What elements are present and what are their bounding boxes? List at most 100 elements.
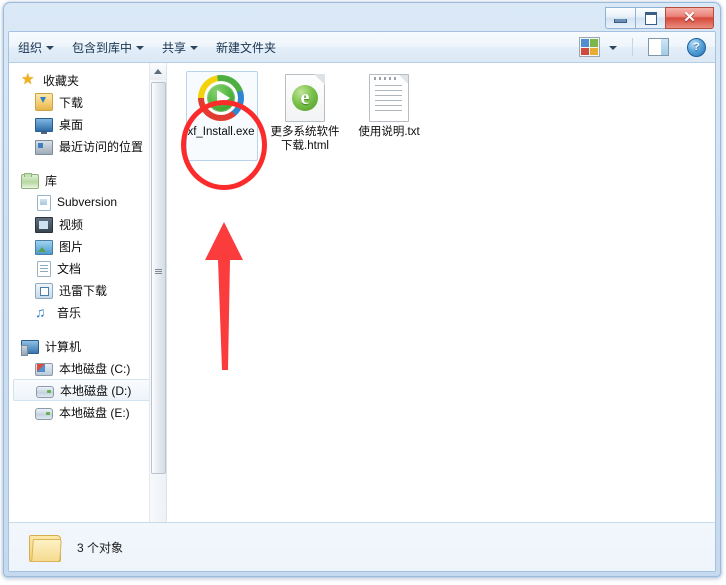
help-button[interactable]: ? [678, 36, 715, 58]
star-icon: ★ [21, 71, 35, 88]
minimize-button[interactable] [605, 7, 636, 29]
share-label: 共享 [162, 40, 187, 55]
sidebar-item-drive-e[interactable]: 本地磁盘 (E:) [9, 401, 166, 423]
sidebar-item-label: 本地磁盘 (C:) [59, 361, 131, 376]
sidebar-group-label: 库 [45, 173, 58, 188]
folder-front [31, 539, 62, 562]
play-icon [217, 90, 230, 106]
sidebar-item-label: 本地磁盘 (D:) [60, 383, 132, 398]
file-name-label: 更多系统软件下载.html [270, 126, 340, 152]
file-thumbnail: e [280, 73, 330, 123]
scroll-up-button[interactable] [150, 63, 166, 80]
file-thumbnail [364, 73, 414, 123]
notepad-lines [375, 85, 402, 113]
text-file-icon [369, 74, 409, 122]
download-folder-icon [35, 93, 53, 111]
sidebar-scrollbar[interactable] [149, 63, 166, 540]
navigation-pane: ★ 收藏夹 下载 桌面 最近访问的位置 库 Subversion 视频 图片 文… [9, 63, 167, 540]
preview-pane-icon [648, 38, 669, 56]
sidebar-item-label: 最近访问的位置 [59, 139, 144, 154]
chevron-down-icon [609, 46, 617, 50]
window-client-area: 组织 包含到库中 共享 新建文件夹 ? ★ 收藏夹 下载 桌面 最近访问的位置 … [8, 31, 716, 572]
html-page-icon: e [285, 74, 325, 122]
sidebar-item-downloads[interactable]: 下载 [9, 91, 166, 113]
navigation-list: ★ 收藏夹 下载 桌面 最近访问的位置 库 Subversion 视频 图片 文… [9, 63, 166, 423]
file-item-exe[interactable]: xf_Install.exe [183, 71, 259, 161]
sidebar-item-label: 文档 [57, 261, 82, 276]
window-controls: ✕ [605, 7, 714, 29]
sidebar-item-label: 音乐 [57, 305, 82, 320]
sidebar-item-documents[interactable]: 文档 [9, 257, 166, 279]
organize-menu[interactable]: 组织 [9, 36, 63, 58]
sidebar-item-label: 图片 [59, 239, 84, 254]
sidebar-group-computer[interactable]: 计算机 [9, 335, 166, 357]
explorer-body: ★ 收藏夹 下载 桌面 最近访问的位置 库 Subversion 视频 图片 文… [9, 63, 715, 540]
sidebar-item-videos[interactable]: 视频 [9, 213, 166, 235]
file-grid: xf_Install.exe e 更多系统软件下载.html 使用说明.txt [183, 71, 435, 161]
explorer-window-screenshot: ✕ « 本地磁盘 (D:) ▸ rjxz ▸ Xfyybfq_V3.0.3_ [0, 0, 726, 585]
computer-icon [21, 340, 39, 356]
status-bar: 3 个对象 [9, 522, 715, 571]
sidebar-item-recent-places[interactable]: 最近访问的位置 [9, 135, 166, 157]
page-corner-fold [314, 74, 325, 85]
command-bar: 组织 包含到库中 共享 新建文件夹 ? [9, 32, 715, 63]
file-thumbnail [196, 73, 246, 123]
video-icon [35, 216, 53, 233]
notepad-rings [374, 77, 396, 80]
view-options-button[interactable] [570, 36, 609, 58]
group-gap [9, 323, 166, 335]
sidebar-item-desktop[interactable]: 桌面 [9, 113, 166, 135]
divider [632, 38, 633, 56]
sidebar-item-label: Subversion [57, 195, 118, 209]
sidebar-item-label: 桌面 [59, 117, 84, 132]
picture-icon [35, 239, 53, 255]
chevron-down-icon [190, 46, 199, 50]
file-list-pane[interactable]: xf_Install.exe e 更多系统软件下载.html 使用说明.txt [167, 63, 715, 540]
close-button[interactable]: ✕ [665, 7, 714, 29]
new-folder-label: 新建文件夹 [216, 40, 277, 55]
minimize-icon [614, 18, 627, 23]
sidebar-item-label: 迅雷下载 [59, 283, 108, 298]
recent-places-icon [35, 139, 53, 155]
sidebar-group-favorites[interactable]: ★ 收藏夹 [9, 69, 166, 91]
window-frame: ✕ « 本地磁盘 (D:) ▸ rjxz ▸ Xfyybfq_V3.0.3_ [3, 2, 721, 577]
share-menu[interactable]: 共享 [153, 36, 207, 58]
preview-pane-button[interactable] [639, 36, 678, 58]
item-count-label: 3 个对象 [77, 540, 124, 555]
sidebar-group-label: 计算机 [45, 339, 82, 354]
system-drive-icon [35, 363, 53, 376]
file-name-label: xf_Install.exe [187, 126, 255, 138]
scrollbar-grip-icon [155, 269, 162, 274]
page-corner-fold [398, 75, 408, 85]
maximize-icon [644, 11, 657, 25]
chevron-down-icon [136, 46, 145, 50]
sidebar-item-thunder-download[interactable]: 迅雷下载 [9, 279, 166, 301]
maximize-button[interactable] [635, 7, 666, 29]
view-grid-icon [579, 37, 600, 57]
document-icon [37, 260, 51, 277]
new-folder-button[interactable]: 新建文件夹 [207, 36, 289, 58]
include-in-library-menu[interactable]: 包含到库中 [63, 36, 153, 58]
sidebar-item-music[interactable]: ♫ 音乐 [9, 301, 166, 323]
library-icon [21, 172, 39, 189]
view-dropdown-button[interactable] [609, 36, 626, 58]
scrollbar-thumb[interactable] [151, 82, 166, 474]
chevron-up-icon [154, 69, 162, 74]
sidebar-item-subversion[interactable]: Subversion [9, 191, 166, 213]
browser-e-icon: e [292, 85, 318, 111]
chevron-down-icon [46, 46, 55, 50]
folder-icon [29, 533, 63, 562]
sidebar-item-label: 本地磁盘 (E:) [59, 405, 130, 420]
file-item-txt[interactable]: 使用说明.txt [351, 73, 427, 153]
help-icon: ? [687, 37, 706, 57]
file-item-html[interactable]: e 更多系统软件下载.html [267, 73, 343, 153]
desktop-icon [35, 118, 53, 134]
sidebar-item-drive-c[interactable]: 本地磁盘 (C:) [9, 357, 166, 379]
sidebar-item-drive-d[interactable]: 本地磁盘 (D:) [13, 379, 160, 401]
sidebar-item-pictures[interactable]: 图片 [9, 235, 166, 257]
sidebar-group-label: 收藏夹 [43, 73, 80, 88]
close-icon: ✕ [683, 9, 696, 26]
subversion-icon [37, 194, 51, 211]
sidebar-group-libraries[interactable]: 库 [9, 169, 166, 191]
sidebar-item-label: 视频 [59, 217, 84, 232]
